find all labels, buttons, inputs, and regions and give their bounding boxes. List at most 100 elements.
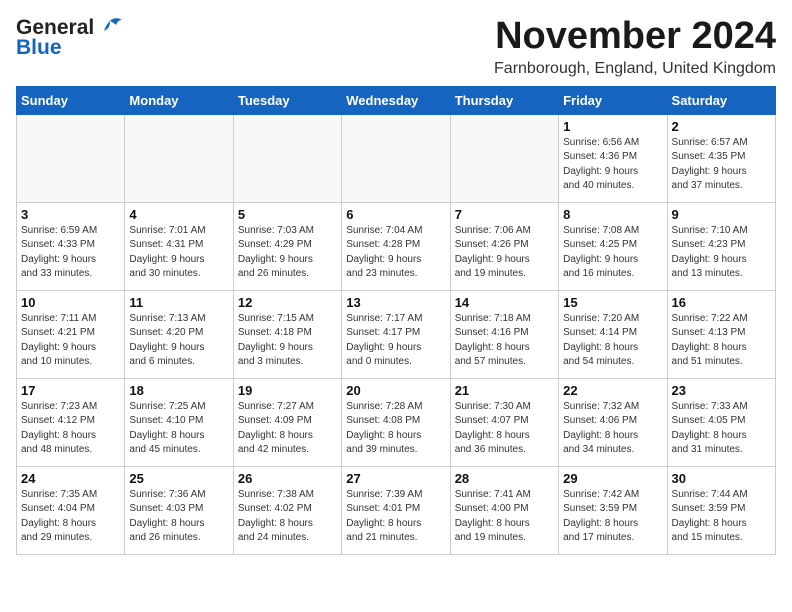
week-row-0: 1 Sunrise: 6:56 AMSunset: 4:36 PMDaylight… — [17, 114, 776, 202]
day-cell: 12 Sunrise: 7:15 AMSunset: 4:18 PMDayligh… — [233, 290, 341, 378]
logo: General Blue — [16, 16, 124, 60]
day-detail: Sunrise: 7:17 AMSunset: 4:17 PMDaylight:… — [346, 312, 445, 370]
weekday-header-row: SundayMondayTuesdayWednesdayThursdayFrid… — [17, 86, 776, 114]
weekday-sunday: Sunday — [17, 86, 125, 114]
weekday-friday: Friday — [559, 86, 667, 114]
calendar-table: SundayMondayTuesdayWednesdayThursdayFrid… — [16, 86, 776, 555]
day-cell: 1 Sunrise: 6:56 AMSunset: 4:36 PMDaylight… — [559, 114, 667, 202]
day-number: 30 — [672, 471, 771, 486]
day-detail: Sunrise: 7:08 AMSunset: 4:25 PMDaylight:… — [563, 224, 662, 282]
weekday-saturday: Saturday — [667, 86, 775, 114]
weekday-thursday: Thursday — [450, 86, 558, 114]
day-detail: Sunrise: 7:06 AMSunset: 4:26 PMDaylight:… — [455, 224, 554, 282]
day-detail: Sunrise: 7:41 AMSunset: 4:00 PMDaylight:… — [455, 488, 554, 546]
day-number: 15 — [563, 295, 662, 310]
day-number: 4 — [129, 207, 228, 222]
day-detail: Sunrise: 7:10 AMSunset: 4:23 PMDaylight:… — [672, 224, 771, 282]
day-detail: Sunrise: 7:42 AMSunset: 3:59 PMDaylight:… — [563, 488, 662, 546]
weekday-tuesday: Tuesday — [233, 86, 341, 114]
day-detail: Sunrise: 6:56 AMSunset: 4:36 PMDaylight:… — [563, 136, 662, 194]
day-cell: 28 Sunrise: 7:41 AMSunset: 4:00 PMDayligh… — [450, 466, 558, 554]
day-cell: 4Sunrise: 7:01 AMSunset: 4:31 PMDaylight… — [125, 202, 233, 290]
day-cell: 19 Sunrise: 7:27 AMSunset: 4:09 PMDayligh… — [233, 378, 341, 466]
day-cell: 9 Sunrise: 7:10 AMSunset: 4:23 PMDaylight… — [667, 202, 775, 290]
week-row-4: 24 Sunrise: 7:35 AMSunset: 4:04 PMDayligh… — [17, 466, 776, 554]
day-detail: Sunrise: 7:38 AMSunset: 4:02 PMDaylight:… — [238, 488, 337, 546]
day-detail: Sunrise: 7:25 AMSunset: 4:10 PMDaylight:… — [129, 400, 228, 458]
logo-bird-icon — [96, 17, 124, 39]
week-row-1: 3Sunrise: 6:59 AMSunset: 4:33 PMDaylight… — [17, 202, 776, 290]
day-number: 22 — [563, 383, 662, 398]
day-detail: Sunrise: 7:13 AMSunset: 4:20 PMDaylight:… — [129, 312, 228, 370]
day-number: 24 — [21, 471, 120, 486]
day-cell: 11Sunrise: 7:13 AMSunset: 4:20 PMDayligh… — [125, 290, 233, 378]
day-detail: Sunrise: 7:15 AMSunset: 4:18 PMDaylight:… — [238, 312, 337, 370]
day-number: 25 — [129, 471, 228, 486]
week-row-2: 10Sunrise: 7:11 AMSunset: 4:21 PMDayligh… — [17, 290, 776, 378]
day-cell: 18 Sunrise: 7:25 AMSunset: 4:10 PMDayligh… — [125, 378, 233, 466]
day-number: 26 — [238, 471, 337, 486]
day-number: 20 — [346, 383, 445, 398]
day-number: 2 — [672, 119, 771, 134]
day-detail: Sunrise: 7:22 AMSunset: 4:13 PMDaylight:… — [672, 312, 771, 370]
day-cell: 27 Sunrise: 7:39 AMSunset: 4:01 PMDayligh… — [342, 466, 450, 554]
day-detail: Sunrise: 7:20 AMSunset: 4:14 PMDaylight:… — [563, 312, 662, 370]
calendar-body: 1 Sunrise: 6:56 AMSunset: 4:36 PMDaylight… — [17, 114, 776, 554]
day-number: 17 — [21, 383, 120, 398]
day-number: 14 — [455, 295, 554, 310]
day-cell — [17, 114, 125, 202]
day-number: 12 — [238, 295, 337, 310]
day-cell: 29Sunrise: 7:42 AMSunset: 3:59 PMDayligh… — [559, 466, 667, 554]
day-number: 16 — [672, 295, 771, 310]
day-cell: 13 Sunrise: 7:17 AMSunset: 4:17 PMDayligh… — [342, 290, 450, 378]
day-detail: Sunrise: 7:23 AMSunset: 4:12 PMDaylight:… — [21, 400, 120, 458]
month-title: November 2024 — [494, 16, 776, 58]
day-detail: Sunrise: 7:28 AMSunset: 4:08 PMDaylight:… — [346, 400, 445, 458]
day-detail: Sunrise: 7:03 AMSunset: 4:29 PMDaylight:… — [238, 224, 337, 282]
day-number: 1 — [563, 119, 662, 134]
day-detail: Sunrise: 7:33 AMSunset: 4:05 PMDaylight:… — [672, 400, 771, 458]
day-detail: Sunrise: 6:57 AMSunset: 4:35 PMDaylight:… — [672, 136, 771, 194]
day-number: 13 — [346, 295, 445, 310]
day-detail: Sunrise: 7:32 AMSunset: 4:06 PMDaylight:… — [563, 400, 662, 458]
day-number: 19 — [238, 383, 337, 398]
day-number: 9 — [672, 207, 771, 222]
day-cell: 30 Sunrise: 7:44 AMSunset: 3:59 PMDayligh… — [667, 466, 775, 554]
day-cell: 26 Sunrise: 7:38 AMSunset: 4:02 PMDayligh… — [233, 466, 341, 554]
weekday-monday: Monday — [125, 86, 233, 114]
day-cell: 23Sunrise: 7:33 AMSunset: 4:05 PMDayligh… — [667, 378, 775, 466]
day-detail: Sunrise: 7:18 AMSunset: 4:16 PMDaylight:… — [455, 312, 554, 370]
day-cell — [450, 114, 558, 202]
day-detail: Sunrise: 7:44 AMSunset: 3:59 PMDaylight:… — [672, 488, 771, 546]
weekday-wednesday: Wednesday — [342, 86, 450, 114]
day-number: 28 — [455, 471, 554, 486]
day-cell: 6 Sunrise: 7:04 AMSunset: 4:28 PMDaylight… — [342, 202, 450, 290]
day-cell: 24 Sunrise: 7:35 AMSunset: 4:04 PMDayligh… — [17, 466, 125, 554]
day-cell: 20 Sunrise: 7:28 AMSunset: 4:08 PMDayligh… — [342, 378, 450, 466]
day-cell — [342, 114, 450, 202]
day-cell: 3Sunrise: 6:59 AMSunset: 4:33 PMDaylight… — [17, 202, 125, 290]
day-number: 6 — [346, 207, 445, 222]
day-number: 27 — [346, 471, 445, 486]
day-cell — [125, 114, 233, 202]
day-detail: Sunrise: 7:04 AMSunset: 4:28 PMDaylight:… — [346, 224, 445, 282]
day-cell: 5 Sunrise: 7:03 AMSunset: 4:29 PMDaylight… — [233, 202, 341, 290]
day-number: 8 — [563, 207, 662, 222]
day-number: 21 — [455, 383, 554, 398]
day-number: 18 — [129, 383, 228, 398]
day-number: 5 — [238, 207, 337, 222]
day-detail: Sunrise: 7:39 AMSunset: 4:01 PMDaylight:… — [346, 488, 445, 546]
day-cell: 22 Sunrise: 7:32 AMSunset: 4:06 PMDayligh… — [559, 378, 667, 466]
day-number: 7 — [455, 207, 554, 222]
day-detail: Sunrise: 7:35 AMSunset: 4:04 PMDaylight:… — [21, 488, 120, 546]
day-cell: 15 Sunrise: 7:20 AMSunset: 4:14 PMDayligh… — [559, 290, 667, 378]
day-cell: 25Sunrise: 7:36 AMSunset: 4:03 PMDayligh… — [125, 466, 233, 554]
day-cell — [233, 114, 341, 202]
logo-blue: Blue — [16, 36, 62, 60]
day-cell: 2 Sunrise: 6:57 AMSunset: 4:35 PMDaylight… — [667, 114, 775, 202]
day-cell: 7 Sunrise: 7:06 AMSunset: 4:26 PMDaylight… — [450, 202, 558, 290]
day-detail: Sunrise: 7:27 AMSunset: 4:09 PMDaylight:… — [238, 400, 337, 458]
day-cell: 17 Sunrise: 7:23 AMSunset: 4:12 PMDayligh… — [17, 378, 125, 466]
day-cell: 16 Sunrise: 7:22 AMSunset: 4:13 PMDayligh… — [667, 290, 775, 378]
day-cell: 10Sunrise: 7:11 AMSunset: 4:21 PMDayligh… — [17, 290, 125, 378]
